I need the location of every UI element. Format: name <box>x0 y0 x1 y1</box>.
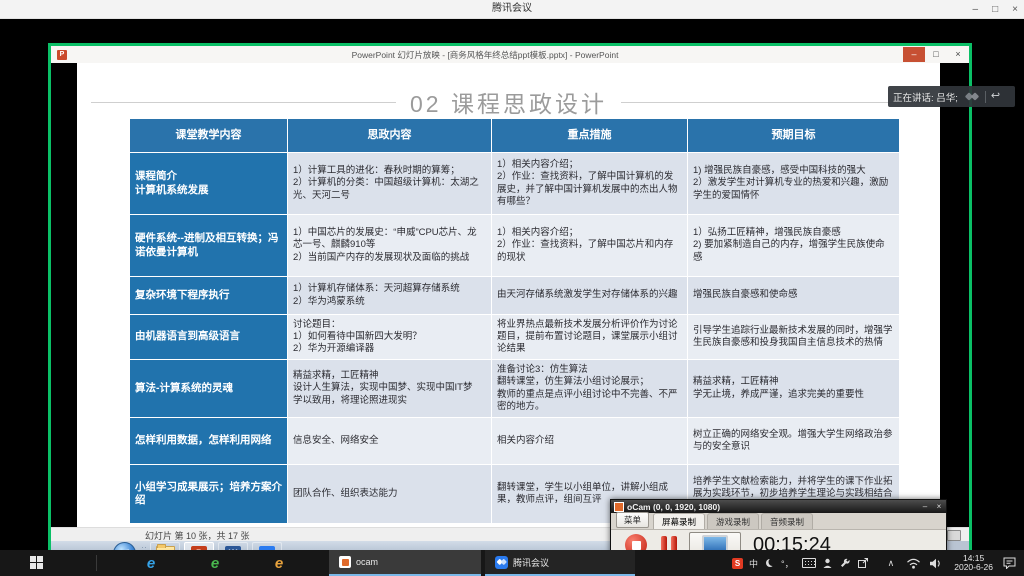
table-cell: 1）弘扬工匠精神，增强民族自豪感 2) 要加紧制造自己的内存，增强学生民族使命感 <box>688 215 900 277</box>
ocam-close-icon[interactable]: × <box>932 502 946 511</box>
ocam-tab-screen-record[interactable]: 屏幕录制 <box>653 513 705 529</box>
slide-title-row: 02 课程思政设计 <box>77 85 940 119</box>
person-icon[interactable] <box>823 558 832 568</box>
table-cell: 1）计算机存储体系：天河超算存储系统 2）华为鸿蒙系统 <box>288 277 492 315</box>
powerpoint-icon: P <box>57 50 67 60</box>
table-row-header-cell: 怎样利用数据，怎样利用网络 <box>130 418 288 465</box>
table-row-header-cell: 复杂环境下程序执行 <box>130 277 288 315</box>
taskbar-divider <box>96 555 97 571</box>
ppt-restore-icon[interactable]: □ <box>925 47 947 62</box>
ocam-taskbar-icon <box>339 556 351 568</box>
table-cell: 由天河存储系统激发学生对存储体系的兴趣 <box>492 277 688 315</box>
table-cell: 信息安全、网络安全 <box>288 418 492 465</box>
meeting-title: 腾讯会议 <box>0 0 1024 18</box>
slide-title: 02 课程思政设计 <box>410 85 607 119</box>
table-row-header-cell: 小组学习成果展示；培养方案介绍 <box>130 465 288 524</box>
sogou-ime-icon[interactable]: S <box>732 558 743 569</box>
browser-360-icon[interactable]: e <box>205 555 225 572</box>
table-header-cell: 重点措施 <box>492 119 688 153</box>
table-header-cell: 思政内容 <box>288 119 492 153</box>
ocam-tab-row: 菜单 屏幕录制 游戏录制 音频录制 <box>611 513 946 530</box>
table-header-cell: 预期目标 <box>688 119 900 153</box>
back-arrow-icon[interactable]: ↩ <box>991 86 1000 107</box>
slideshow-area: 02 课程思政设计 课堂教学内容思政内容重点措施预期目标课程简介 计算机系统发展… <box>51 63 969 527</box>
notification-center-icon[interactable] <box>1003 557 1016 569</box>
ocam-minimize-icon[interactable]: – <box>918 502 932 511</box>
moon-icon[interactable] <box>766 559 774 567</box>
table-cell: 树立正确的网络安全观。增强大学生网络政治参与的安全意识 <box>688 418 900 465</box>
keyboard-icon[interactable] <box>802 558 816 568</box>
ocam-taskbar-label: ocam <box>356 557 378 567</box>
edge-icon[interactable]: e <box>141 555 161 572</box>
table-row-header-cell: 算法-计算系统的灵魂 <box>130 360 288 418</box>
ocam-tab-audio-record[interactable]: 音频录制 <box>761 513 813 529</box>
table-row-header-cell: 硬件系统--进制及相互转换；冯诺依曼计算机 <box>130 215 288 277</box>
table-header-cell: 课堂教学内容 <box>130 119 288 153</box>
tray-date: 2020-6-26 <box>954 563 993 573</box>
course-table: 课堂教学内容思政内容重点措施预期目标课程简介 计算机系统发展1）计算工具的进化：… <box>130 119 900 524</box>
table-cell: 增强民族自豪感和使命感 <box>688 277 900 315</box>
restore-icon[interactable]: □ <box>992 4 998 15</box>
meeting-content-area: P PowerPoint 幻灯片放映 - [商务风格年终总结ppt模板.pptx… <box>0 19 1024 550</box>
table-cell: 1）相关内容介绍； 2）作业：查找资料，了解中国计算机的发展史，并了解中国计算机… <box>492 153 688 215</box>
tray-clock[interactable]: 14:15 2020-6-26 <box>954 554 993 573</box>
system-tray: S 中 °， ∧ 14:15 2020-6-26 <box>732 550 1024 576</box>
table-cell: 引导学生追踪行业最新技术发展的同时，增强学生民族自豪感和投身我国自主信息技术的热… <box>688 315 900 360</box>
ppt-minimize-icon[interactable]: – <box>903 47 925 62</box>
internet-explorer-icon[interactable]: e <box>269 555 289 572</box>
meeting-taskbar-icon <box>495 556 508 569</box>
table-cell: 1）相关内容介绍； 2）作业：查找资料，了解中国芯片和内存的现状 <box>492 215 688 277</box>
meeting-taskbar-label: 腾讯会议 <box>513 556 549 569</box>
ocam-window-title: oCam (0, 0, 1920, 1080) <box>627 502 918 512</box>
wrench-icon[interactable] <box>840 558 850 568</box>
ocam-app-icon <box>614 502 624 512</box>
powerpoint-titlebar: P PowerPoint 幻灯片放映 - [商务风格年终总结ppt模板.pptx… <box>51 46 969 63</box>
table-cell: 1）中国芯片的发展史：“申威”CPU芯片、龙芯一号、麒麟910等 2）当前国产内… <box>288 215 492 277</box>
speaker-icon[interactable] <box>929 558 942 569</box>
ime-language-indicator[interactable]: 中 <box>749 557 758 570</box>
table-cell: 1) 增强民族自豪感，感受中国科技的强大 2）激发学生对计算机专业的热爱和兴趣，… <box>688 153 900 215</box>
slide-counter: 幻灯片 第 10 张，共 17 张 <box>145 529 250 542</box>
slide: 02 课程思政设计 课堂教学内容思政内容重点措施预期目标课程简介 计算机系统发展… <box>77 63 940 527</box>
meeting-window-controls: – □ × <box>973 0 1018 18</box>
ocam-titlebar[interactable]: oCam (0, 0, 1920, 1080) – × <box>611 500 946 513</box>
table-cell: 将业界热点最新技术发展分析评价作为讨论题目，提前布置讨论题目，课堂展示小组讨论结… <box>492 315 688 360</box>
speaking-text: 正在讲话: 吕华; <box>893 90 958 104</box>
ppt-close-icon[interactable]: × <box>947 47 969 62</box>
close-icon[interactable]: × <box>1012 4 1018 15</box>
table-cell: 精益求精，工匠精神 设计人生算法，实现中国梦、实现中国IT梦 学以致用，将理论照… <box>288 360 492 418</box>
table-cell: 精益求精，工匠精神 学无止境，养成严谨，追求完美的重要性 <box>688 360 900 418</box>
table-cell: 准备讨论3：仿生算法 翻转课堂，仿生算法小组讨论展示； 教师的重点是点评小组讨论… <box>492 360 688 418</box>
table-cell: 1）计算工具的进化：春秋时期的算筹； 2）计算机的分类：中国超级计算机：太湖之光… <box>288 153 492 215</box>
chevron-up-icon[interactable]: ∧ <box>888 558 895 569</box>
local-taskbar: e e e ocam 腾讯会议 S 中 °， ∧ 14:15 2020-6-26 <box>0 550 1024 576</box>
table-row-header-cell: 课程简介 计算机系统发展 <box>130 153 288 215</box>
table-row-header-cell: 由机器语言到高级语言 <box>130 315 288 360</box>
minimize-icon[interactable]: – <box>973 4 979 15</box>
start-button[interactable] <box>30 556 44 570</box>
speaking-banner: 正在讲话: 吕华; ↩ <box>888 86 1015 107</box>
wifi-icon[interactable] <box>906 558 921 569</box>
banner-divider <box>985 91 986 103</box>
taskbar-item-meeting[interactable]: 腾讯会议 <box>485 550 635 576</box>
taskbar-item-ocam[interactable]: ocam <box>329 550 481 576</box>
ocam-menu-button[interactable]: 菜单 <box>616 512 649 528</box>
meeting-titlebar: 腾讯会议 – □ × <box>0 0 1024 19</box>
title-line-left <box>91 102 396 103</box>
table-cell: 团队合作、组织表达能力 <box>288 465 492 524</box>
table-cell: 相关内容介绍 <box>492 418 688 465</box>
display-settings-icon[interactable] <box>947 530 961 541</box>
table-cell: 讨论题目： 1）如何看待中国新四大发明？ 2）华为开源编译器 <box>288 315 492 360</box>
title-line-right <box>621 102 926 103</box>
powerpoint-window-title: PowerPoint 幻灯片放映 - [商务风格年终总结ppt模板.pptx] … <box>67 49 903 61</box>
share-out-icon[interactable] <box>858 558 868 568</box>
ocam-tab-game-record[interactable]: 游戏录制 <box>707 513 759 529</box>
meeting-logo-icon <box>964 91 980 102</box>
shared-screen: P PowerPoint 幻灯片放映 - [商务风格年终总结ppt模板.pptx… <box>48 43 972 568</box>
punctuation-indicator[interactable]: °， <box>781 557 794 570</box>
